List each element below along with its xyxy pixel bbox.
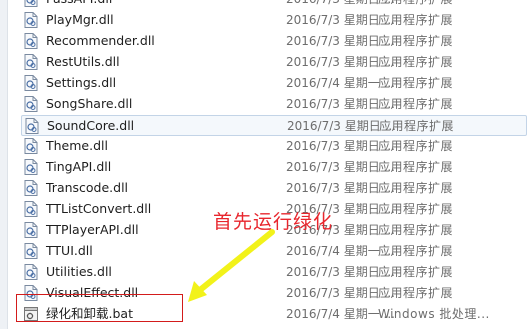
dll-file-icon — [24, 159, 38, 175]
file-type: 应用程序扩展 — [378, 97, 454, 111]
file-row[interactable]: VisualEffect.dll 2016/7/3 星期日 ... 应用程序扩展 — [21, 283, 527, 304]
file-row[interactable]: Utilities.dll 2016/7/3 星期日 ... 应用程序扩展 — [21, 262, 527, 283]
file-name: Settings.dll — [46, 75, 117, 90]
dll-file-icon — [24, 138, 38, 154]
dll-file-icon — [24, 96, 38, 112]
file-name: 绿化和卸载.bat — [46, 306, 133, 321]
file-type: 应用程序扩展 — [378, 160, 454, 174]
dll-file-icon — [25, 118, 39, 134]
navigation-pane-edge — [0, 0, 8, 329]
dll-file-icon — [24, 75, 38, 91]
dll-file-icon — [24, 180, 38, 196]
file-name: TTListConvert.dll — [46, 201, 152, 216]
file-name: PassAPI.dll — [46, 0, 112, 8]
file-name: Recommender.dll — [46, 33, 155, 48]
file-name: SoundCore.dll — [47, 118, 135, 133]
file-row[interactable]: Theme.dll 2016/7/3 星期日 ... 应用程序扩展 — [21, 136, 527, 157]
file-type: 应用程序扩展 — [378, 13, 454, 27]
file-row[interactable]: TTUI.dll 2016/7/4 星期一 ... 应用程序扩展 — [21, 241, 527, 262]
file-row[interactable]: TingAPI.dll 2016/7/3 星期日 ... 应用程序扩展 — [21, 157, 527, 178]
dll-file-icon — [24, 12, 38, 28]
file-row[interactable]: Transcode.dll 2016/7/3 星期日 ... 应用程序扩展 — [21, 178, 527, 199]
file-type: 应用程序扩展 — [378, 139, 454, 153]
dll-file-icon — [24, 0, 38, 7]
file-type: 应用程序扩展 — [378, 265, 454, 279]
file-name: RestUtils.dll — [46, 54, 120, 69]
file-name: PlayMgr.dll — [46, 12, 114, 27]
dll-file-icon — [24, 33, 38, 49]
annotation-label: 首先运行绿化 — [213, 211, 334, 233]
file-type: 应用程序扩展 — [378, 223, 454, 237]
file-row[interactable]: Recommender.dll 2016/7/3 星期日 ... 应用程序扩展 — [21, 31, 527, 52]
file-name: TingAPI.dll — [46, 159, 112, 174]
file-row[interactable]: PassAPI.dll 2016/7/3 星期日 ... 应用程序扩展 — [21, 0, 527, 10]
file-name: VisualEffect.dll — [46, 285, 139, 300]
file-type: 应用程序扩展 — [378, 244, 454, 258]
file-row[interactable]: PlayMgr.dll 2016/7/3 星期日 ... 应用程序扩展 — [21, 10, 527, 31]
file-row-focused[interactable]: SoundCore.dll 2016/7/3 星期日 ... 应用程序扩展 — [21, 115, 527, 136]
file-type: 应用程序扩展 — [378, 34, 454, 48]
file-type: 应用程序扩展 — [378, 286, 454, 300]
file-list: PassAPI.dll 2016/7/3 星期日 ... 应用程序扩展 Play… — [21, 0, 527, 325]
file-row[interactable]: Settings.dll 2016/7/4 星期一 ... 应用程序扩展 — [21, 73, 527, 94]
dll-file-icon — [24, 54, 38, 70]
file-name: TTUI.dll — [46, 243, 93, 258]
dll-file-icon — [24, 243, 38, 259]
file-name: Utilities.dll — [46, 264, 112, 279]
dll-file-icon — [24, 222, 38, 238]
file-type: 应用程序扩展 — [378, 55, 454, 69]
file-name: SongShare.dll — [46, 96, 133, 111]
file-name: TTPlayerAPI.dll — [46, 222, 139, 237]
file-type: 应用程序扩展 — [378, 76, 454, 90]
file-row-bat[interactable]: 绿化和卸载.bat 2016/7/4 星期一 ... Windows 批处理..… — [21, 304, 527, 325]
file-type: 应用程序扩展 — [378, 181, 454, 195]
file-row[interactable]: SongShare.dll 2016/7/3 星期日 ... 应用程序扩展 — [21, 94, 527, 115]
dll-file-icon — [24, 201, 38, 217]
file-name: Theme.dll — [46, 138, 108, 153]
file-row[interactable]: RestUtils.dll 2016/7/3 星期日 ... 应用程序扩展 — [21, 52, 527, 73]
file-type: 应用程序扩展 — [378, 202, 454, 216]
dll-file-icon — [24, 285, 38, 301]
bat-file-icon — [24, 307, 38, 321]
file-type: 应用程序扩展 — [379, 119, 455, 133]
file-name: Transcode.dll — [46, 180, 129, 195]
file-type: 应用程序扩展 — [378, 0, 453, 8]
file-type: Windows 批处理... — [378, 307, 490, 321]
dll-file-icon — [24, 264, 38, 280]
